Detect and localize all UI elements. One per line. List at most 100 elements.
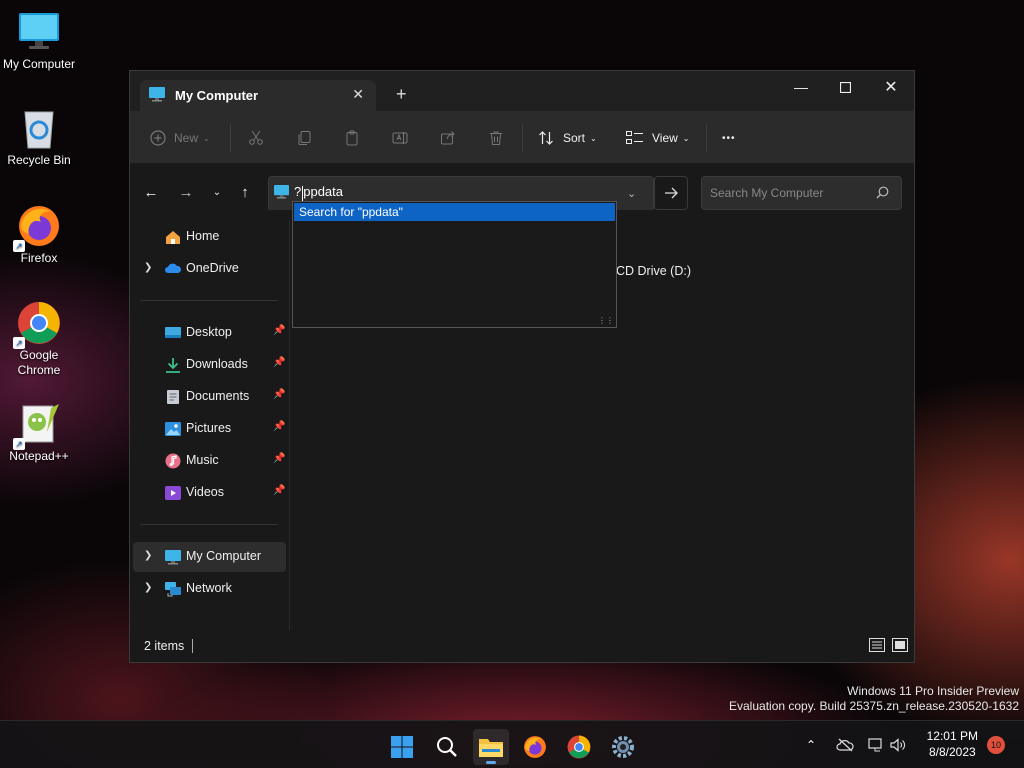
sidebar-item-label: Music <box>186 453 219 467</box>
sidebar-item-network[interactable]: ❯ Network <box>133 574 286 604</box>
recent-locations-button[interactable]: ⌄ <box>206 181 228 203</box>
new-button[interactable]: New ⌄ <box>150 125 210 151</box>
sidebar-item-downloads[interactable]: Downloads 📌 <box>133 350 286 380</box>
sidebar-item-label: Downloads <box>186 357 248 371</box>
taskbar-file-explorer[interactable] <box>473 729 509 765</box>
start-button[interactable] <box>384 729 420 765</box>
chrome-icon: ↗ <box>13 301 61 349</box>
maximize-icon <box>839 81 851 93</box>
chevron-down-icon: ⌄ <box>590 133 597 143</box>
search-icon[interactable] <box>876 186 889 202</box>
status-divider <box>192 639 193 653</box>
close-window-button[interactable]: ✕ <box>868 71 914 103</box>
search-input[interactable] <box>710 186 870 200</box>
address-text-after-caret: pdata <box>310 184 344 200</box>
new-tab-button[interactable]: + <box>396 85 407 103</box>
desktop-icon-recycle-bin[interactable]: Recycle Bin <box>0 106 79 167</box>
search-box[interactable] <box>701 176 902 210</box>
pin-icon[interactable]: 📌 <box>273 421 285 432</box>
document-icon <box>167 390 179 404</box>
scissors-icon <box>249 130 263 145</box>
pin-icon[interactable]: 📌 <box>273 389 285 400</box>
home-icon <box>166 231 180 244</box>
rename-button[interactable] <box>392 125 408 151</box>
large-icons-view-button[interactable] <box>892 638 908 652</box>
more-options-button[interactable]: ••• <box>722 125 736 151</box>
up-button[interactable]: ↑ <box>234 181 256 203</box>
sidebar-item-my-computer[interactable]: ❯ My Computer <box>133 542 286 572</box>
forward-button[interactable]: → <box>175 181 197 203</box>
sidebar-item-label: Videos <box>186 485 224 499</box>
notification-badge[interactable]: 10 <box>987 736 1005 754</box>
clock[interactable]: 12:01 PM 8/8/2023 <box>927 728 978 760</box>
sort-label: Sort <box>563 131 586 145</box>
network-status-icon[interactable] <box>868 738 884 752</box>
drive-item-cd-drive[interactable]: CD Drive (D:) <box>616 264 691 278</box>
cloud-offline-icon[interactable] <box>836 738 854 752</box>
copy-icon <box>298 131 311 145</box>
resize-grip-icon[interactable]: ⋮⋮ <box>598 317 614 325</box>
chevron-right-icon[interactable]: ❯ <box>144 262 152 273</box>
show-hidden-icons-button[interactable]: ⌃ <box>806 738 816 752</box>
close-tab-icon[interactable]: ✕ <box>352 86 364 103</box>
firefox-icon <box>524 736 546 758</box>
taskbar-chrome[interactable] <box>561 729 597 765</box>
share-button[interactable] <box>440 125 456 151</box>
music-icon <box>165 453 181 469</box>
monitor-icon <box>165 550 181 565</box>
suggestion-search-item[interactable]: Search for "ppdata" <box>294 203 615 221</box>
pin-icon[interactable]: 📌 <box>273 485 285 496</box>
chevron-down-icon: ⌄ <box>682 133 690 143</box>
go-button[interactable] <box>654 176 688 210</box>
chevron-down-icon: ⌄ <box>203 133 210 143</box>
desktop-icon-google-chrome[interactable]: ↗ Google Chrome <box>0 301 79 378</box>
address-prefix: ? <box>294 184 302 200</box>
pin-icon[interactable]: 📌 <box>273 357 285 368</box>
desktop-icon-label: Recycle Bin <box>7 153 71 167</box>
desktop-icon-firefox[interactable]: ↗ Firefox <box>0 204 79 265</box>
address-history-dropdown-icon[interactable]: ⌄ <box>627 187 636 200</box>
sort-button[interactable]: Sort ⌄ <box>538 125 597 151</box>
command-bar: New ⌄ Sort ⌄ View ⌄ ••• <box>130 111 914 164</box>
delete-button[interactable] <box>488 125 504 151</box>
maximize-button[interactable] <box>822 71 868 103</box>
folder-icon <box>479 739 503 757</box>
sidebar-item-onedrive[interactable]: ❯ OneDrive <box>133 254 286 284</box>
taskbar-settings[interactable] <box>605 729 641 765</box>
sidebar-item-music[interactable]: Music 📌 <box>133 446 286 476</box>
volume-icon[interactable] <box>889 738 907 752</box>
sidebar-divider <box>140 300 278 301</box>
pin-icon[interactable]: 📌 <box>273 453 285 464</box>
download-icon <box>166 358 180 373</box>
desktop-folder-icon <box>165 327 181 338</box>
plus-circle-icon <box>150 130 166 146</box>
sidebar-item-pictures[interactable]: Pictures 📌 <box>133 414 286 444</box>
tab-my-computer[interactable]: My Computer ✕ <box>140 80 376 111</box>
cut-button[interactable] <box>248 125 264 151</box>
copy-button[interactable] <box>296 125 312 151</box>
share-icon <box>441 131 455 145</box>
minimize-button[interactable]: — <box>778 71 824 103</box>
view-label: View <box>652 131 678 145</box>
address-input[interactable]: ? ppdata <box>294 184 344 201</box>
pin-icon[interactable]: 📌 <box>273 325 285 336</box>
paste-button[interactable] <box>344 125 360 151</box>
chevron-right-icon[interactable]: ❯ <box>144 550 152 561</box>
sidebar-item-home[interactable]: Home <box>133 222 286 252</box>
sidebar-item-videos[interactable]: Videos 📌 <box>133 478 286 508</box>
desktop-icon-notepad-plus-plus[interactable]: ↗ Notepad++ <box>0 402 79 463</box>
back-button[interactable]: ← <box>140 181 162 203</box>
picture-icon <box>165 422 181 436</box>
view-button[interactable]: View ⌄ <box>626 125 690 151</box>
sidebar-item-documents[interactable]: Documents 📌 <box>133 382 286 412</box>
sidebar-item-label: Home <box>186 229 220 243</box>
clipboard-icon <box>346 130 358 146</box>
desktop-icon-my-computer[interactable]: My Computer <box>0 10 79 71</box>
chevron-right-icon[interactable]: ❯ <box>144 582 152 593</box>
sidebar-item-desktop[interactable]: Desktop 📌 <box>133 318 286 348</box>
details-view-button[interactable] <box>869 638 885 652</box>
taskbar-search-button[interactable] <box>429 729 465 765</box>
title-bar: My Computer ✕ + — ✕ <box>130 71 914 111</box>
shortcut-arrow-icon: ↗ <box>13 240 25 252</box>
taskbar-firefox[interactable] <box>517 729 553 765</box>
